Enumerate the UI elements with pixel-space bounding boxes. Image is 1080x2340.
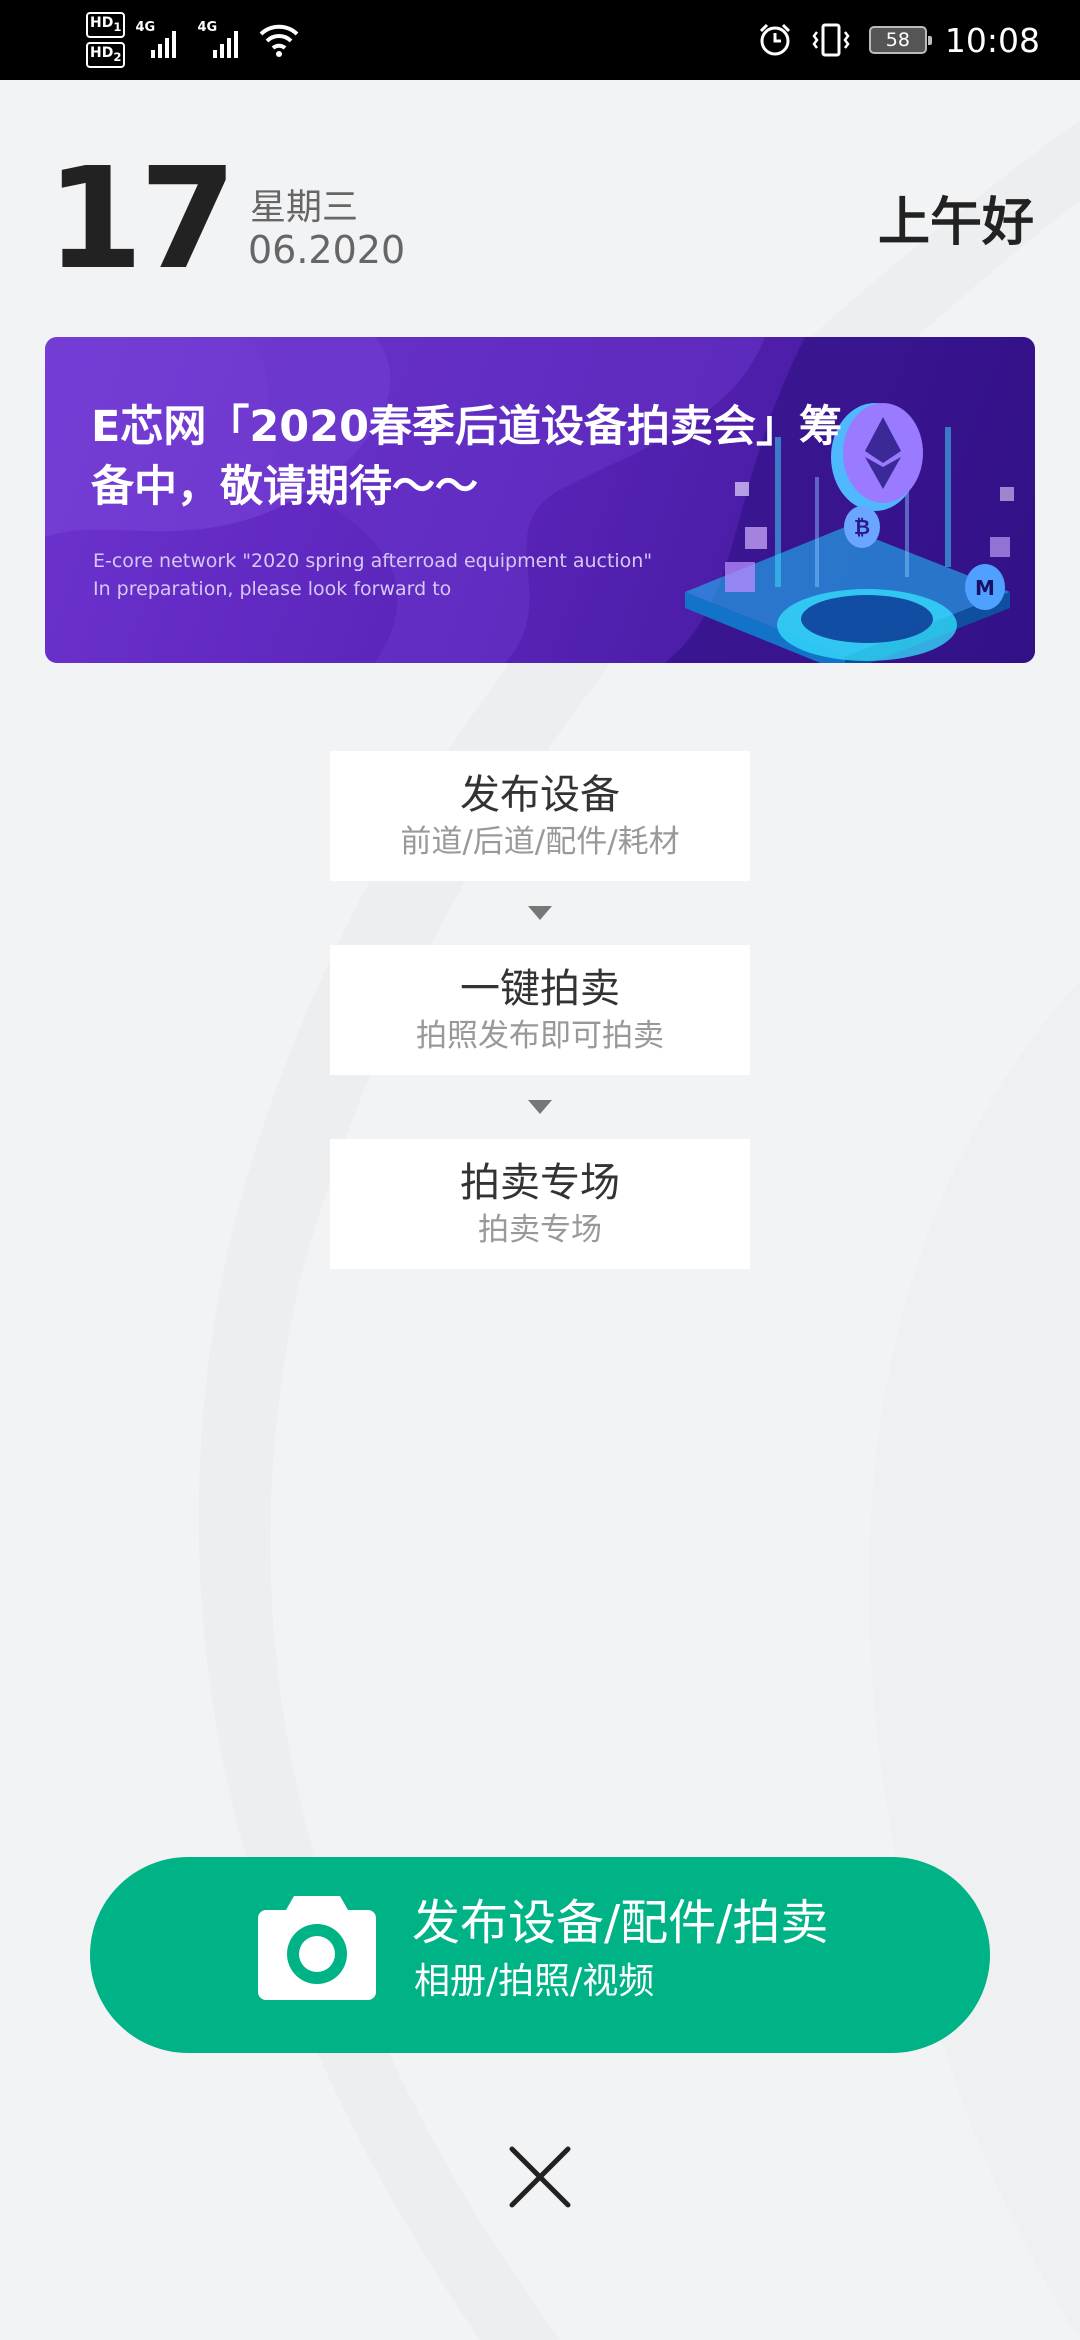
battery-icon: 58	[868, 26, 932, 54]
step-card-auction[interactable]: 一键拍卖 拍照发布即可拍卖	[330, 945, 750, 1075]
month-year-label: 06.2020	[248, 228, 406, 272]
weekday-label: 星期三	[250, 187, 359, 228]
step-subtitle: 拍卖专场	[478, 1212, 602, 1248]
svg-text:₿: ₿	[854, 515, 870, 539]
step-arrow-icon	[330, 881, 750, 945]
vibrate-icon	[812, 23, 850, 57]
step-card-special[interactable]: 拍卖专场 拍卖专场	[330, 1139, 750, 1269]
hd-badge-2: HD2	[86, 42, 126, 68]
step-subtitle: 前道/后道/配件/耗材	[400, 824, 680, 860]
svg-text:M: M	[975, 576, 995, 600]
step-title: 发布设备	[460, 772, 620, 818]
promo-banner[interactable]: ₿ M E芯网「2020春季后道设备拍卖会」筹备中，敬请期待～～ E-core …	[45, 337, 1035, 663]
step-arrow-icon	[330, 1075, 750, 1139]
alarm-icon	[759, 23, 790, 56]
close-icon[interactable]	[506, 2143, 574, 2211]
wifi-icon	[260, 24, 299, 57]
step-title: 拍卖专场	[460, 1160, 620, 1206]
step-subtitle: 拍照发布即可拍卖	[416, 1018, 664, 1054]
banner-title: E芯网「2020春季后道设备拍卖会」筹备中，敬请期待～～	[91, 402, 843, 512]
hd-badge-1: HD1	[86, 12, 126, 38]
step-title: 一键拍卖	[460, 966, 620, 1012]
signal-icon-2: 4G	[197, 20, 249, 60]
publish-button-subtitle: 相册/拍照/视频	[414, 1961, 655, 2002]
publish-button-title: 发布设备/配件/拍卖	[412, 1895, 829, 1951]
camera-icon	[258, 1896, 376, 2000]
banner-subtitle-line-2: In preparation, please look forward to	[93, 578, 452, 600]
greeting-text: 上午好	[877, 193, 1034, 253]
signal-icon-1: 4G	[135, 20, 187, 60]
process-steps: 发布设备 前道/后道/配件/耗材 一键拍卖 拍照发布即可拍卖 拍卖专场 拍卖专场	[330, 751, 750, 1269]
status-time: 10:08	[944, 20, 1040, 60]
banner-subtitle: E-core network "2020 spring afterroad eq…	[93, 547, 713, 603]
banner-subtitle-line-1: E-core network "2020 spring afterroad eq…	[93, 550, 653, 572]
publish-button[interactable]: 发布设备/配件/拍卖 相册/拍照/视频	[90, 1857, 990, 2053]
date-day: 17	[46, 138, 237, 301]
status-bar: HD1 HD2 4G 4G 58 10:08	[0, 0, 1080, 80]
step-card-publish[interactable]: 发布设备 前道/后道/配件/耗材	[330, 751, 750, 881]
